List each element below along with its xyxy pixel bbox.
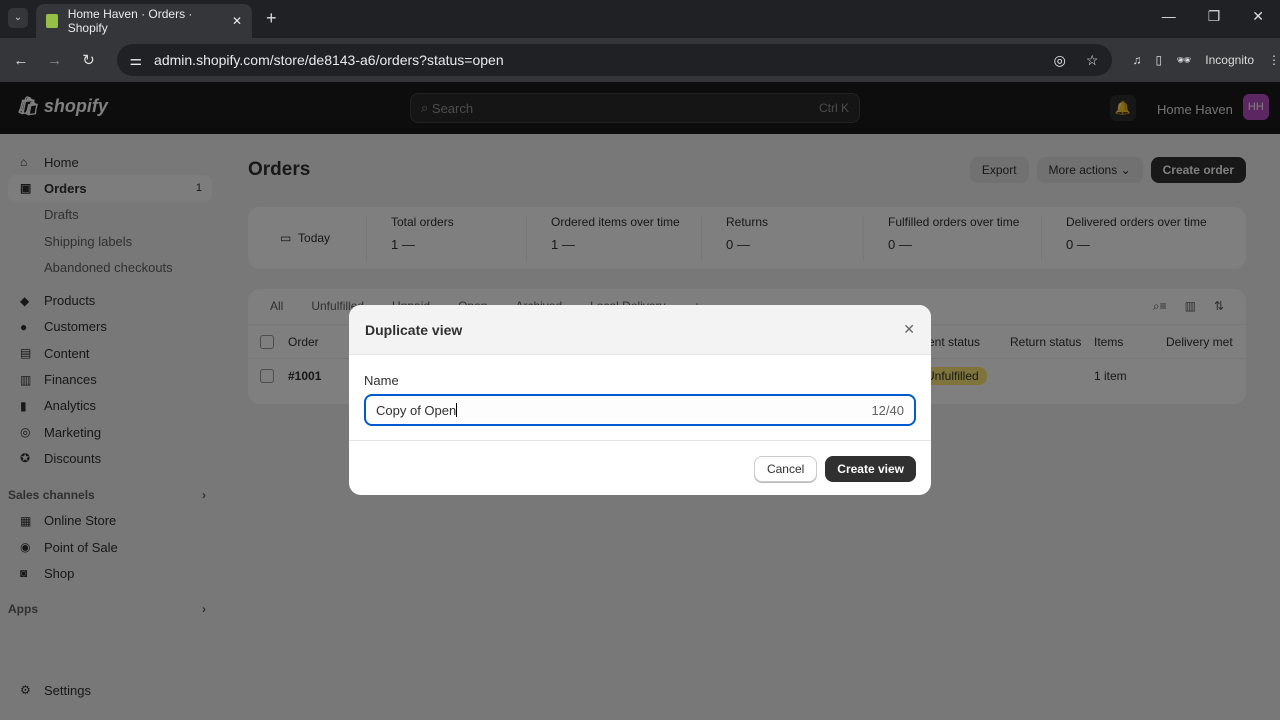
create-view-button[interactable]: Create view — [825, 456, 916, 482]
character-counter: 12/40 — [871, 402, 904, 418]
menu-icon[interactable]: ⋮ — [1268, 53, 1280, 67]
tab-title: Home Haven · Orders · Shopify — [67, 7, 193, 35]
minimize-icon[interactable]: — — [1162, 8, 1176, 25]
modal-title: Duplicate view — [365, 321, 463, 338]
url-text: admin.shopify.com/store/de8143-a6/orders… — [154, 52, 504, 68]
url-bar[interactable]: ⚌ admin.shopify.com/store/de8143-a6/order… — [117, 44, 1113, 76]
reload-icon[interactable]: ↻ — [72, 51, 106, 69]
restore-icon[interactable]: ❐ — [1208, 8, 1221, 25]
incognito-icon: 🕶 — [1176, 53, 1192, 67]
shopify-favicon-icon — [46, 14, 58, 28]
media-icon[interactable]: ♫ — [1132, 53, 1141, 67]
duplicate-view-modal: Duplicate view ✕ Name Copy of Open 12/40 C… — [349, 305, 931, 495]
name-label: Name — [364, 373, 399, 388]
name-input[interactable]: Copy of Open 12/40 — [364, 394, 916, 426]
window-close-icon[interactable]: ✕ — [1252, 8, 1264, 25]
browser-tabbar: ⌄ Home Haven · Orders · Shopify ✕ + — ❐ ✕ — [0, 0, 1280, 38]
site-settings-icon[interactable]: ⚌ — [129, 52, 142, 69]
incognito-label: Incognito — [1205, 53, 1254, 67]
close-icon[interactable]: ✕ — [903, 321, 915, 338]
address-bar-row: ← → ↻ ⚌ admin.shopify.com/store/de8143-a6/o… — [0, 38, 1280, 82]
eye-off-icon[interactable]: ◎ — [1054, 52, 1066, 69]
star-icon[interactable]: ☆ — [1086, 52, 1099, 69]
new-tab-button[interactable]: + — [266, 8, 277, 29]
cancel-button[interactable]: Cancel — [753, 456, 818, 482]
close-tab-icon[interactable]: ✕ — [232, 14, 242, 28]
sidepanel-icon[interactable]: ▯ — [1155, 53, 1162, 67]
back-icon[interactable]: ← — [4, 52, 38, 69]
tab-search-button[interactable]: ⌄ — [8, 8, 28, 28]
browser-tab[interactable]: Home Haven · Orders · Shopify ✕ — [36, 4, 252, 38]
forward-icon[interactable]: → — [38, 52, 72, 69]
